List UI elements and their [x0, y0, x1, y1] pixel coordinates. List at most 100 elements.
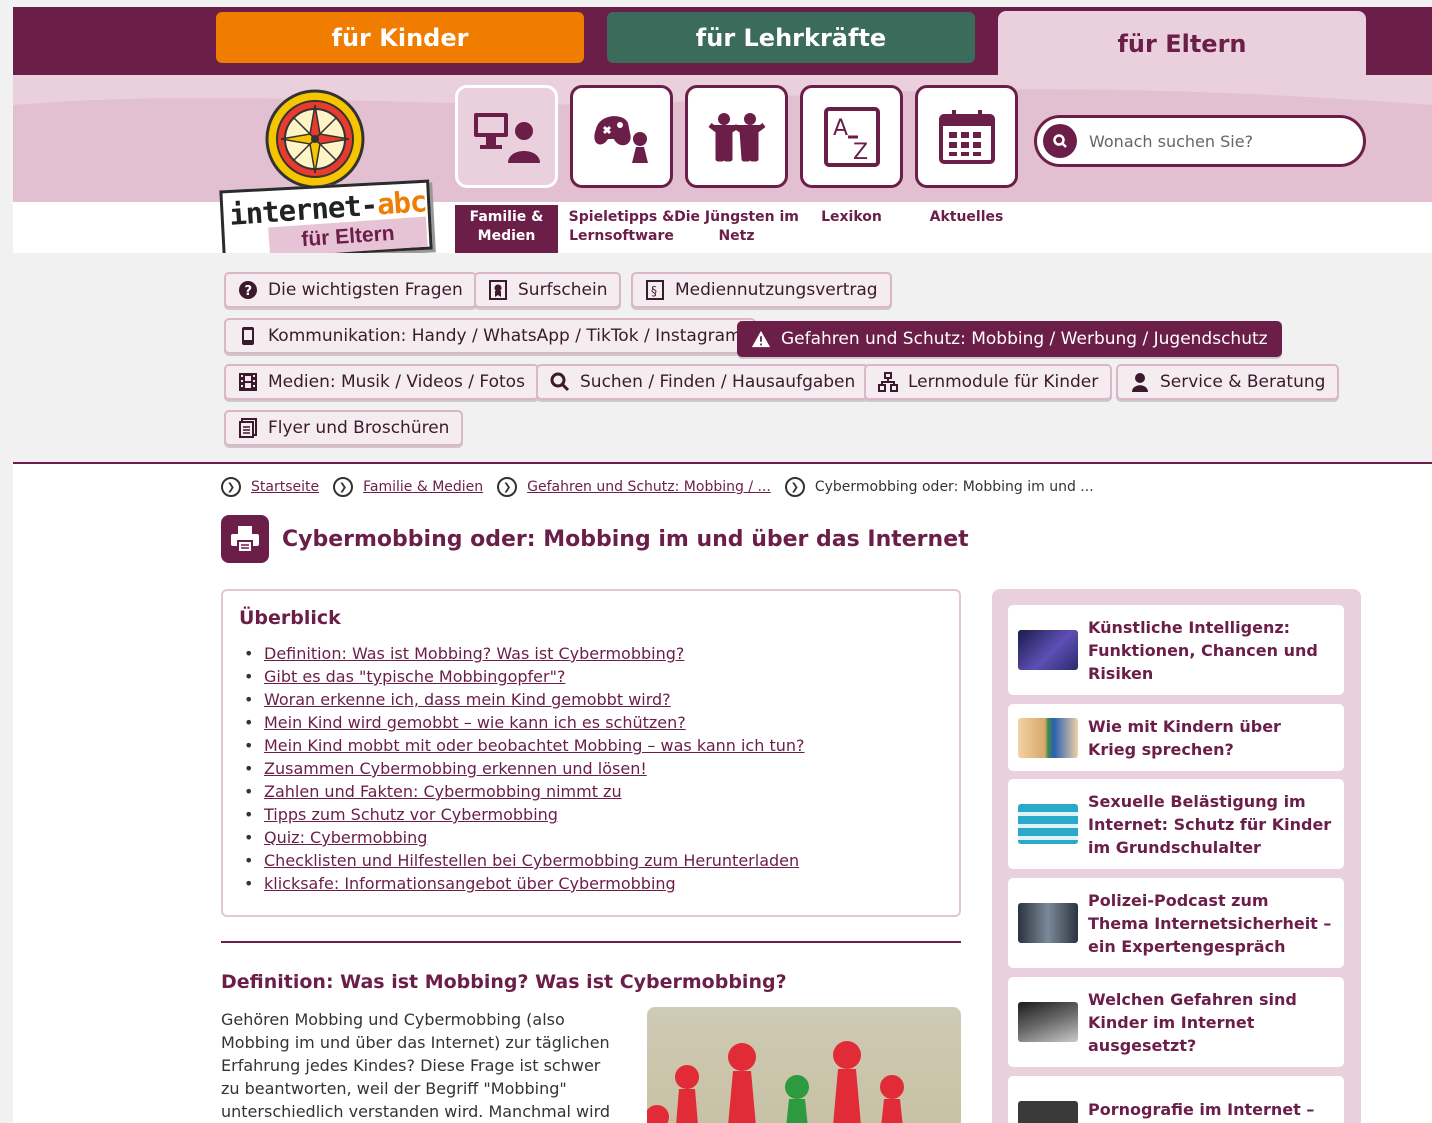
search-input[interactable] — [1089, 131, 1349, 151]
chevron-right-icon: ❯ — [784, 477, 805, 497]
sitemap-icon — [878, 372, 898, 392]
chevron-right-icon: ❯ — [497, 477, 518, 497]
tab-eltern[interactable]: für Eltern — [998, 11, 1366, 77]
nav-lexikon[interactable]: A Z Lexikon — [800, 85, 903, 225]
search-icon — [1053, 134, 1067, 148]
sub-navigation: ? Die wichtigsten Fragen Surfschein § Me… — [13, 253, 1432, 464]
article-thumbnail — [1018, 630, 1078, 670]
article-thumbnail — [1018, 804, 1078, 844]
breadcrumb: ❯ Startseite ❯ Familie & Medien ❯ Gefahren … — [221, 477, 1108, 497]
overview-box: Überblick Definition: Was ist Mobbing? W… — [221, 589, 961, 917]
overview-link[interactable]: klicksafe: Informationsangebot über Cybe… — [239, 872, 943, 895]
related-card[interactable]: Künstliche Intelligenz: Funktionen, Chan… — [1008, 605, 1344, 695]
pawn-figures-illustration — [647, 1041, 904, 1123]
nav-label: Aktuelles — [929, 209, 1004, 225]
compass-icon — [265, 89, 365, 189]
question-icon: ? — [238, 280, 258, 300]
print-button[interactable] — [221, 515, 269, 563]
chip-mediennutzungsvertrag[interactable]: § Mediennutzungsvertrag — [631, 272, 892, 308]
nav-aktuelles[interactable]: Aktuelles — [915, 85, 1018, 225]
overview-heading: Überblick — [239, 607, 341, 629]
page: für Kinder für Lehrkräfte für Eltern int… — [13, 7, 1432, 1123]
overview-link[interactable]: Checklisten und Hilfestellen bei Cybermo… — [239, 849, 943, 872]
section-divider — [221, 941, 961, 943]
breadcrumb-link-familie[interactable]: Familie & Medien — [363, 479, 483, 495]
article-thumbnail — [1018, 903, 1078, 943]
nav-spieletipps[interactable]: Spieletipps & Lernsoftware — [569, 85, 674, 244]
nav-juengsten[interactable]: Die Jüngsten im Netz — [674, 85, 799, 244]
overview-link[interactable]: Gibt es das "typische Mobbingopfer"? — [239, 665, 943, 688]
computer-user-icon — [473, 112, 540, 163]
related-card-title: Künstliche Intelligenz: Funktionen, Chan… — [1088, 617, 1318, 683]
document-icon — [238, 418, 258, 438]
audience-bar: für Kinder für Lehrkräfte für Eltern — [13, 7, 1432, 77]
overview-link[interactable]: Tipps zum Schutz vor Cybermobbing — [239, 803, 943, 826]
related-card[interactable]: Pornografie im Internet – wie schütze ic… — [1008, 1076, 1344, 1123]
breadcrumb-current: Cybermobbing oder: Mobbing im und ... — [814, 479, 1094, 495]
breadcrumb-item: ❯ Startseite — [221, 477, 319, 497]
site-header: internet-abc für Eltern Familie & Medien — [13, 75, 1432, 261]
overview-link[interactable]: Definition: Was ist Mobbing? Was ist Cyb… — [239, 642, 943, 665]
overview-link[interactable]: Quiz: Cybermobbing — [239, 826, 943, 849]
article-thumbnail — [1018, 1101, 1078, 1123]
related-articles: Künstliche Intelligenz: Funktionen, Chan… — [992, 589, 1361, 1123]
article-thumbnail — [1018, 717, 1078, 758]
person-icon — [1130, 372, 1150, 392]
certificate-icon — [488, 280, 508, 300]
chip-kommunikation[interactable]: Kommunikation: Handy / WhatsApp / TikTok… — [224, 318, 756, 354]
svg-text:§: § — [651, 284, 657, 298]
svg-text:A: A — [833, 116, 848, 141]
article-thumbnail — [1018, 1002, 1078, 1042]
related-card-title: Pornografie im Internet – wie schütze ic… — [1088, 1100, 1315, 1119]
chip-lernmodule[interactable]: Lernmodule für Kinder — [864, 364, 1113, 400]
section-heading: Definition: Was ist Mobbing? Was ist Cyb… — [221, 971, 787, 993]
related-card[interactable]: Polizei-Podcast zum Thema Internetsicher… — [1008, 878, 1344, 968]
title-row: Cybermobbing oder: Mobbing im und über d… — [221, 515, 969, 563]
breadcrumb-item: ❯ Cybermobbing oder: Mobbing im und ... — [784, 477, 1094, 497]
related-card-title: Welchen Gefahren sind Kinder im Internet… — [1088, 989, 1297, 1055]
chip-medien[interactable]: Medien: Musik / Videos / Fotos — [224, 364, 539, 400]
breadcrumb-link-startseite[interactable]: Startseite — [251, 479, 319, 495]
chip-service[interactable]: Service & Beratung — [1116, 364, 1340, 400]
a-z-icon: A Z — [823, 106, 880, 167]
chip-surfschein[interactable]: Surfschein — [474, 272, 622, 308]
breadcrumb-item: ❯ Familie & Medien — [333, 477, 483, 497]
related-card[interactable]: Wie mit Kindern über Krieg sprechen? — [1008, 704, 1344, 771]
printer-icon — [231, 526, 259, 553]
page-title: Cybermobbing oder: Mobbing im und über d… — [282, 526, 969, 552]
svg-text:Z: Z — [853, 140, 868, 165]
magnifier-icon — [550, 372, 570, 392]
site-logo[interactable]: internet-abc für Eltern — [215, 87, 437, 261]
chip-flyer[interactable]: Flyer und Broschüren — [224, 410, 464, 446]
chip-suchen[interactable]: Suchen / Finden / Hausaufgaben — [536, 364, 870, 400]
tab-kinder[interactable]: für Kinder — [216, 12, 584, 63]
overview-link[interactable]: Mein Kind wird gemobbt – wie kann ich es… — [239, 711, 943, 734]
related-card-title: Polizei-Podcast zum Thema Internetsicher… — [1088, 890, 1332, 956]
related-card-title: Wie mit Kindern über Krieg sprechen? — [1088, 716, 1281, 759]
overview-link[interactable]: Zusammen Cybermobbing erkennen und lösen… — [239, 757, 943, 780]
film-icon — [238, 372, 258, 392]
related-card[interactable]: Sexuelle Belästigung im Internet: Schutz… — [1008, 779, 1344, 869]
svg-text:?: ? — [245, 284, 253, 299]
search-button[interactable] — [1043, 124, 1077, 158]
breadcrumb-link-gefahren[interactable]: Gefahren und Schutz: Mobbing / ... — [527, 479, 771, 495]
section-text: Gehören Mobbing und Cybermobbing (also M… — [221, 1010, 611, 1121]
search-bar — [1034, 115, 1366, 167]
children-icon — [708, 112, 765, 161]
nav-label: Familie & Medien — [455, 205, 558, 256]
overview-link[interactable]: Mein Kind mobbt mit oder beobachtet Mobb… — [239, 734, 943, 757]
tab-lehrkraefte[interactable]: für Lehrkräfte — [607, 12, 975, 63]
chevron-right-icon: ❯ — [333, 477, 354, 497]
overview-list: Definition: Was ist Mobbing? Was ist Cyb… — [239, 642, 943, 895]
overview-link[interactable]: Zahlen und Fakten: Cybermobbing nimmt zu — [239, 780, 943, 803]
chip-gefahren[interactable]: Gefahren und Schutz: Mobbing / Werbung /… — [737, 321, 1282, 357]
chip-fragen[interactable]: ? Die wichtigsten Fragen — [224, 272, 477, 308]
warning-icon — [751, 329, 771, 349]
related-card-title: Sexuelle Belästigung im Internet: Schutz… — [1088, 791, 1332, 857]
breadcrumb-item: ❯ Gefahren und Schutz: Mobbing / ... — [497, 477, 771, 497]
related-card[interactable]: Welchen Gefahren sind Kinder im Internet… — [1008, 977, 1344, 1067]
overview-link[interactable]: Woran erkenne ich, dass mein Kind gemobb… — [239, 688, 943, 711]
calendar-icon — [938, 109, 995, 164]
nav-familie-medien[interactable]: Familie & Medien — [455, 85, 558, 256]
gamepad-icon — [593, 115, 648, 163]
